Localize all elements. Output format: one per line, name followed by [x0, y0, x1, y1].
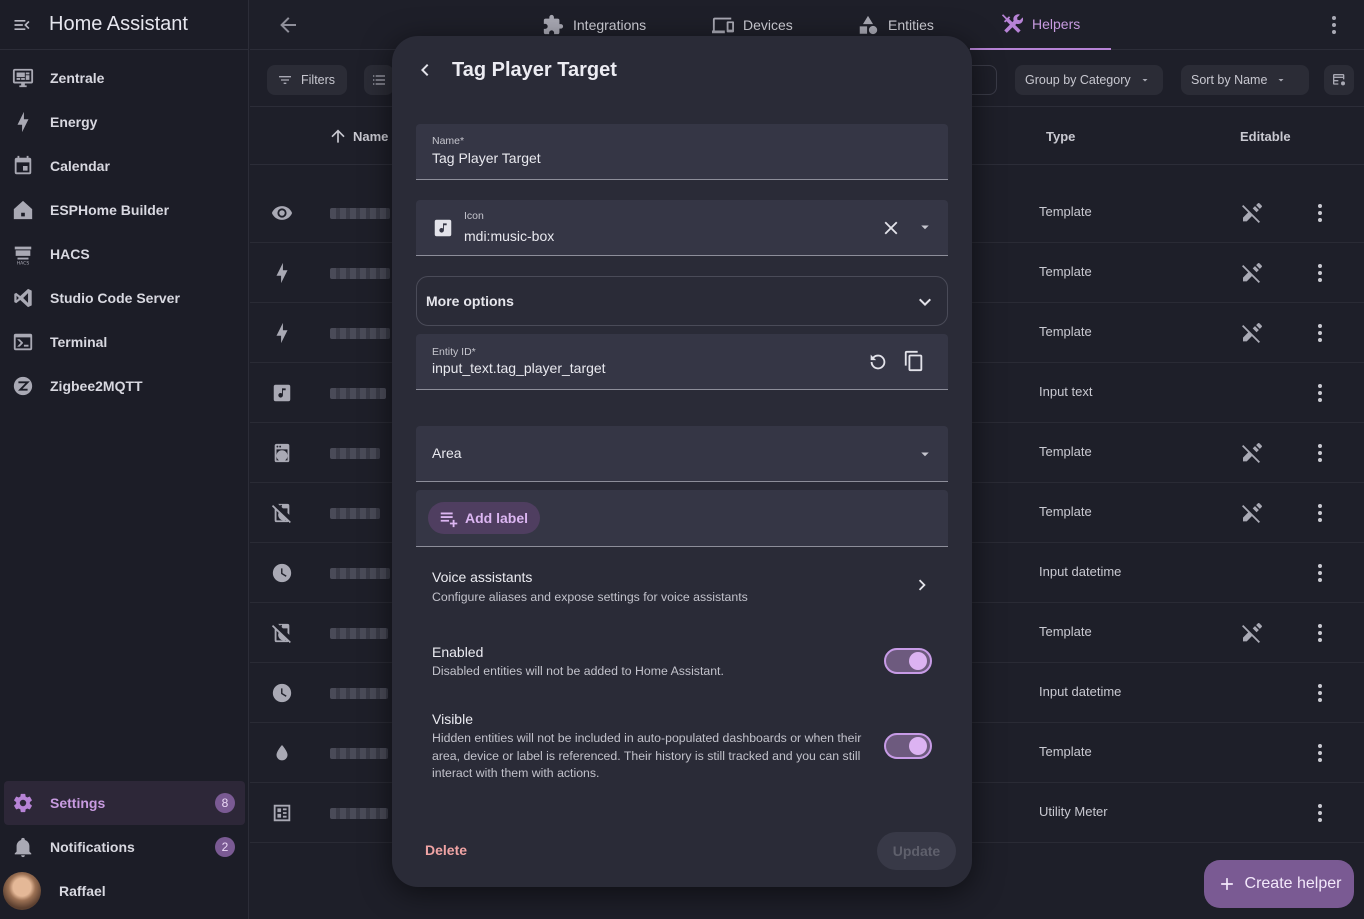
add-label-button[interactable]: Add label: [428, 502, 541, 534]
dialog-title: Tag Player Target: [452, 59, 617, 81]
content-copy-icon[interactable]: [903, 350, 925, 372]
dialog-overlay: Tag Player Target Name* Tag Player Targe…: [0, 0, 1364, 919]
icon-picker-field[interactable]: Icon mdi:music-box: [416, 200, 948, 256]
voice-assistants-title: Voice assistants: [432, 569, 533, 585]
labels-field: Add label: [416, 490, 948, 547]
entity-id-label: Entity ID*: [432, 346, 476, 358]
add-label-text: Add label: [465, 510, 529, 526]
entity-id-value: input_text.tag_player_target: [432, 360, 606, 376]
enabled-title: Enabled: [432, 644, 484, 660]
visible-title: Visible: [432, 711, 473, 727]
close-icon[interactable]: [880, 217, 902, 239]
area-label: Area: [432, 445, 462, 461]
entity-id-field[interactable]: Entity ID* input_text.tag_player_target: [416, 334, 948, 390]
icon-field-label: Icon: [464, 210, 484, 222]
chevron-down-icon: [919, 298, 931, 306]
restore-icon[interactable]: [867, 351, 889, 373]
entity-settings-dialog: Tag Player Target Name* Tag Player Targe…: [392, 36, 972, 887]
chevron-right-icon: [918, 579, 926, 591]
more-options-label: More options: [426, 293, 514, 309]
delete-button[interactable]: Delete: [425, 842, 467, 858]
name-field[interactable]: Name* Tag Player Target: [416, 124, 948, 180]
menu-down-icon: [921, 452, 929, 457]
visible-subtitle: Hidden entities will not be included in …: [432, 731, 862, 780]
update-button[interactable]: Update: [877, 832, 956, 870]
more-options-expander[interactable]: More options: [416, 276, 948, 326]
name-field-label: Name*: [432, 135, 465, 147]
label-add-icon: [438, 507, 460, 529]
voice-assistants-subtitle: Configure aliases and expose settings fo…: [432, 590, 748, 604]
icon-field-value: mdi:music-box: [464, 228, 555, 244]
enabled-subtitle: Disabled entities will not be added to H…: [432, 664, 724, 678]
area-picker[interactable]: Area: [416, 426, 948, 482]
name-field-value: Tag Player Target: [432, 150, 541, 166]
visible-toggle[interactable]: [884, 733, 932, 759]
music-box-icon: [434, 219, 452, 237]
enabled-toggle[interactable]: [884, 648, 932, 674]
menu-down-icon[interactable]: [916, 218, 934, 236]
chevron-left-icon[interactable]: [413, 58, 437, 82]
